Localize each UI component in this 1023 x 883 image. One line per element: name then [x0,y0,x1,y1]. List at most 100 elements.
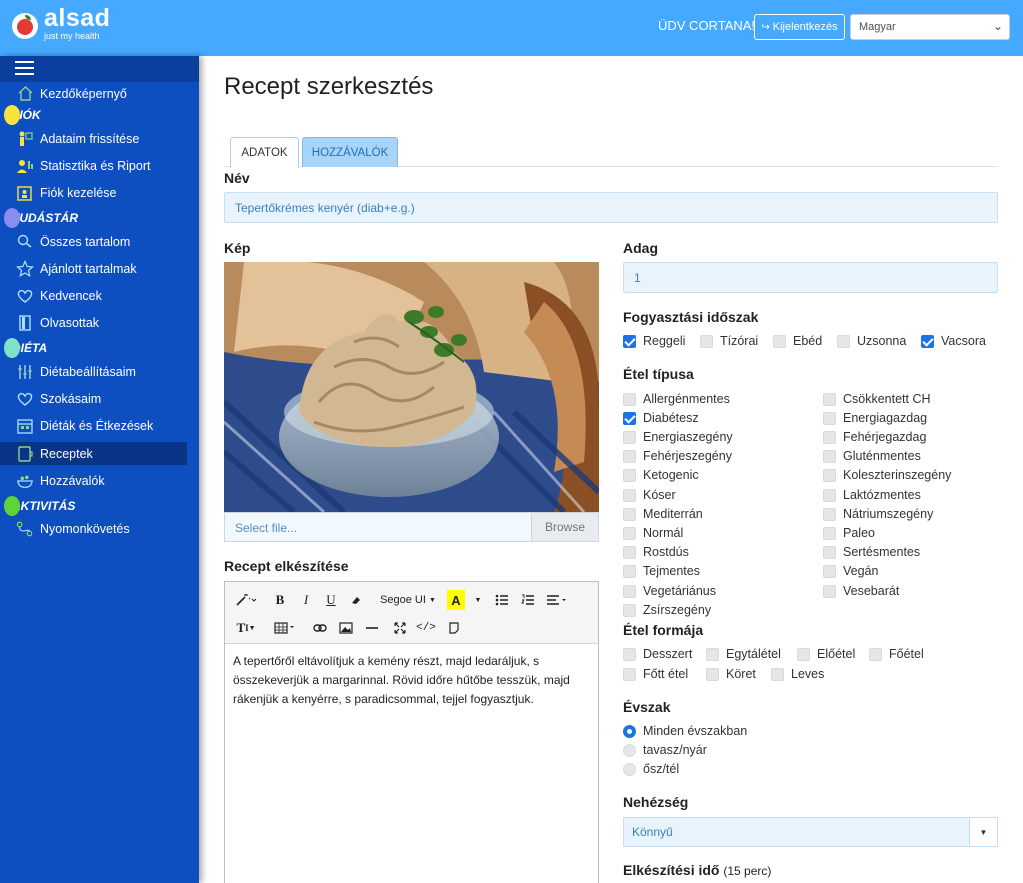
chevron-down-icon[interactable]: ▼ [471,590,485,610]
type-option[interactable]: Tejmentes [623,564,700,578]
type-option[interactable]: Fehérjegazdag [823,430,926,444]
type-option[interactable]: Energiaszegény [623,430,733,444]
sidebar-item-home[interactable]: Kezdőképernyő [0,82,199,105]
language-select[interactable]: Magyar ⌄ [850,14,1010,40]
link-icon[interactable] [311,618,329,638]
form-option[interactable]: Egytálétel [706,647,781,661]
sidebar-item-recommended[interactable]: Ajánlott tartalmak [0,257,199,280]
underline-icon[interactable]: U [322,590,340,610]
sidebar-item-habits[interactable]: Szokásaim [0,387,199,410]
house-icon [16,85,34,103]
sidebar-item-ingredients[interactable]: Hozzávalók [0,469,199,492]
apple-logo-icon [12,12,38,39]
eraser-icon[interactable] [347,590,365,610]
type-option[interactable]: Nátriumszegény [823,507,933,521]
sidebar-item-manage[interactable]: Fiók kezelése [0,181,199,204]
form-option[interactable]: Desszert [623,647,692,661]
type-option[interactable]: Kóser [623,488,676,502]
type-option[interactable]: Koleszterinszegény [823,468,951,482]
sidebar-item-diets-meals[interactable]: Diéták és Étkezések [0,414,199,437]
type-option[interactable]: Normál [623,526,683,540]
period-breakfast[interactable]: Reggeli [623,334,685,348]
text-size-icon[interactable]: T I ▼ [233,618,259,638]
logout-button[interactable]: ↪ Kijelentkezés [754,14,845,40]
page-title: Recept szerkesztés [224,73,434,100]
form-option[interactable]: Előétel [797,647,855,661]
sidebar-item-profile[interactable]: Adataim frissítése [0,127,199,150]
menu-icon[interactable] [15,61,34,76]
sidebar-item-diet-settings[interactable]: Diétabeállításaim [0,360,199,383]
code-view-icon[interactable]: </> [415,618,437,638]
align-icon[interactable] [545,590,569,610]
type-option[interactable]: Laktózmentes [823,488,921,502]
unordered-list-icon[interactable] [493,590,511,610]
section-activity: AKTIVITÁS [4,496,75,516]
fullscreen-icon[interactable] [391,618,409,638]
text-color-icon[interactable]: A [447,590,465,610]
browse-button[interactable]: Browse [531,513,598,541]
period-lunch[interactable]: Ebéd [773,334,822,348]
table-icon[interactable] [273,618,297,638]
period-brunch[interactable]: Tízórai [700,334,758,348]
form-option[interactable]: Főtt étel [623,667,688,681]
image-icon[interactable] [337,618,355,638]
italic-icon[interactable]: I [297,590,315,610]
chevron-down-icon: ⌄ [992,19,1003,33]
editor-content[interactable]: A tepertőről eltávolítjuk a kemény részt… [225,644,598,717]
stats-user-icon [16,157,34,175]
file-placeholder: Select file... [235,521,298,535]
portion-field[interactable]: 1 [623,262,998,293]
type-option[interactable]: Mediterrán [623,507,703,521]
type-option[interactable]: Allergénmentes [623,392,730,406]
checkbox[interactable] [837,334,850,348]
type-option[interactable]: Ketogenic [623,468,699,482]
type-option[interactable]: Zsírszegény [623,603,711,617]
radio-button[interactable] [623,724,636,738]
form-option[interactable]: Főétel [869,647,924,661]
type-option[interactable]: Sertésmentes [823,545,920,559]
period-dinner[interactable]: Vacsora [921,334,986,348]
type-option[interactable]: Vegán [823,564,878,578]
logout-icon: ↪ [761,21,770,33]
type-option[interactable]: Vegetáriánus [623,584,716,598]
logo-tagline: just my health [44,31,100,41]
sidebar-item-all-content[interactable]: Összes tartalom [0,230,199,253]
sidebar-item-recipes[interactable]: Receptek [0,442,187,465]
ordered-list-icon[interactable] [519,590,537,610]
type-option[interactable]: Rostdús [623,545,689,559]
file-input[interactable]: Select file... Browse [224,512,599,542]
sidebar-item-favorites[interactable]: Kedvencek [0,284,199,307]
type-option[interactable]: Fehérjeszegény [623,449,732,463]
bold-icon[interactable]: B [271,590,289,610]
horizontal-rule-icon[interactable] [363,618,381,638]
radio-button[interactable] [623,762,636,776]
type-option[interactable]: Gluténmentes [823,449,921,463]
radio-button[interactable] [623,743,636,757]
form-option[interactable]: Köret [706,667,756,681]
season-option[interactable]: tavasz/nyár [623,743,707,757]
period-snack[interactable]: Uzsonna [837,334,906,348]
name-field[interactable]: Tepertőkrémes kenyér (diab+e.g.) [224,192,998,223]
type-option[interactable]: Energiagazdag [823,411,927,425]
help-icon[interactable] [445,618,463,638]
checkbox[interactable] [773,334,786,348]
checkbox[interactable] [921,334,934,348]
tab-ingredients[interactable]: HOZZÁVALÓK [302,137,398,167]
magic-wand-icon[interactable] [233,590,259,610]
sidebar-item-read[interactable]: Olvasottak [0,311,199,334]
season-option[interactable]: Minden évszakban [623,724,747,738]
logo[interactable]: alsad just my health [12,6,110,41]
type-option[interactable]: Diabétesz [623,411,699,425]
checkbox[interactable] [700,334,713,348]
checkbox[interactable] [623,334,636,348]
type-option[interactable]: Vesebarát [823,584,899,598]
sidebar-item-tracking[interactable]: Nyomonkövetés [0,517,199,540]
sidebar-item-stats[interactable]: Statisztika és Riport [0,154,199,177]
form-option[interactable]: Leves [771,667,824,681]
difficulty-select[interactable]: Könnyű ▼ [623,817,998,847]
tab-data[interactable]: ADATOK [230,137,299,168]
season-option[interactable]: ősz/tél [623,762,679,776]
font-select[interactable]: Segoe UI ▼ [377,590,439,610]
type-option[interactable]: Paleo [823,526,875,540]
type-option[interactable]: Csökkentett CH [823,392,931,406]
